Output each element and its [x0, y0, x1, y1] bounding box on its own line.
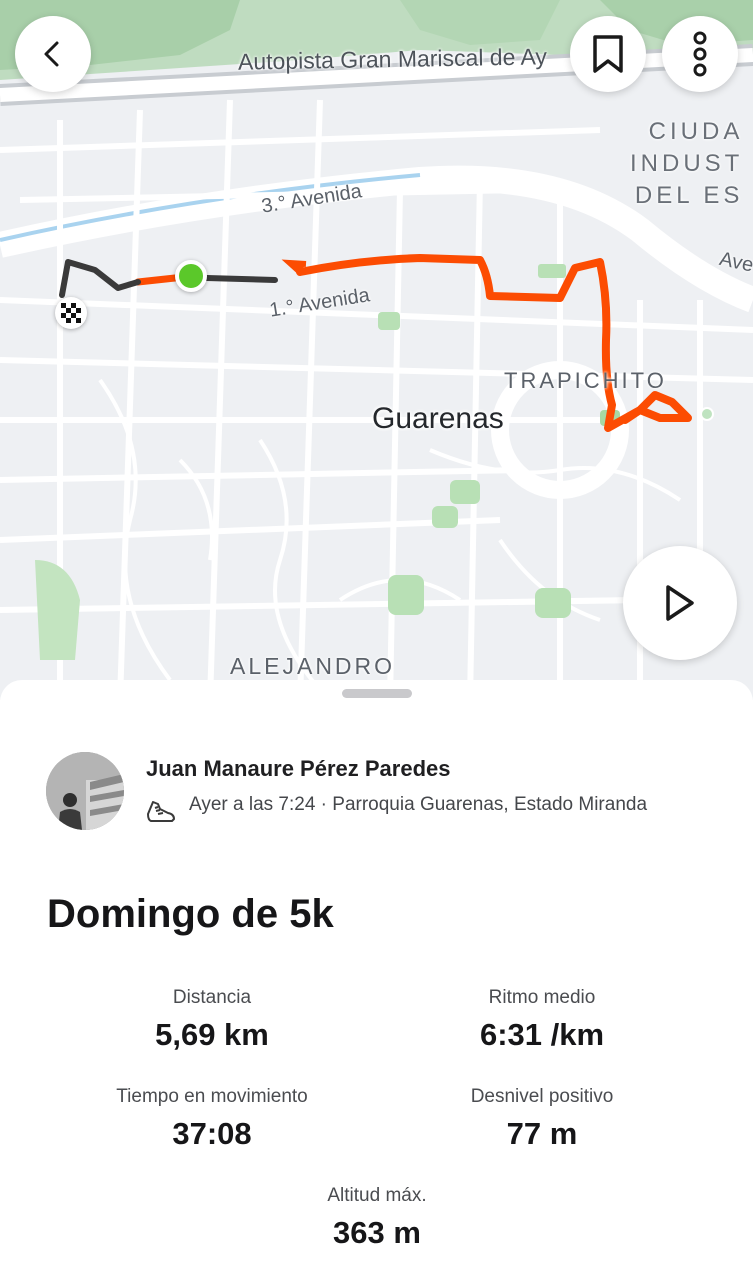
more-vertical-icon	[693, 31, 707, 77]
map-label-ciudad-line1: CIUDA	[648, 118, 744, 145]
stat-pace-label: Ritmo medio	[488, 987, 596, 1008]
map-label-ciudad-industrial: CIUDA INDUST DEL ES	[630, 116, 743, 212]
activity-details-sheet: Juan Manaure Pérez Paredes Ayer a las 7:…	[0, 680, 753, 1280]
play-icon	[666, 585, 694, 621]
back-button[interactable]	[15, 16, 91, 92]
map-label-ciudad-line3: DEL ES	[634, 182, 744, 209]
route-start-marker	[175, 260, 207, 292]
finish-flag-icon	[55, 297, 87, 329]
stat-elevation-gain-value: 77 m	[506, 1116, 578, 1151]
stat-elevation-gain-label: Desnivel positivo	[470, 1086, 614, 1107]
stat-pace-value: 6:31 /km	[479, 1017, 605, 1052]
map-label-guarenas: Guarenas	[372, 402, 504, 435]
bookmark-icon	[593, 35, 623, 73]
stat-moving-time-value: 37:08	[172, 1116, 252, 1151]
stat-max-altitude: Altitud máx. 363 m	[227, 1183, 527, 1251]
stat-moving-time-label: Tiempo en movimiento	[116, 1086, 308, 1107]
athlete-name[interactable]: Juan Manaure Pérez Paredes	[146, 756, 450, 782]
map-label-autopista: Autopista Gran Mariscal de Ay	[237, 43, 548, 75]
stat-distance-label: Distancia	[172, 987, 252, 1008]
activity-title: Domingo de 5k	[47, 892, 334, 936]
map-label-ciudad-line2: INDUST	[630, 150, 744, 177]
play-flyover-button[interactable]	[623, 546, 737, 660]
stat-pace: Ritmo medio 6:31 /km	[392, 985, 692, 1053]
stat-distance-value: 5,69 km	[155, 1017, 269, 1052]
sheet-drag-handle[interactable]	[342, 689, 412, 698]
shoe-icon	[147, 801, 175, 822]
map-label-trapichito: TRAPICHITO	[504, 368, 667, 393]
avatar[interactable]	[46, 752, 124, 830]
bookmark-button[interactable]	[570, 16, 646, 92]
activity-date-location: Ayer a las 7:24 · Parroquia Guarenas, Es…	[189, 794, 648, 815]
stat-max-altitude-label: Altitud máx.	[327, 1185, 427, 1206]
more-options-button[interactable]	[662, 16, 738, 92]
stat-distance: Distancia 5,69 km	[62, 985, 362, 1053]
stat-moving-time: Tiempo en movimiento 37:08	[62, 1084, 362, 1152]
map-label-alejandro: ALEJANDRO	[230, 653, 396, 679]
route-map[interactable]: Autopista Gran Mariscal de Ay 3.° Avenid…	[0, 0, 753, 700]
chevron-left-icon	[44, 41, 59, 67]
stat-elevation-gain: Desnivel positivo 77 m	[392, 1084, 692, 1152]
stat-max-altitude-value: 363 m	[333, 1215, 421, 1250]
